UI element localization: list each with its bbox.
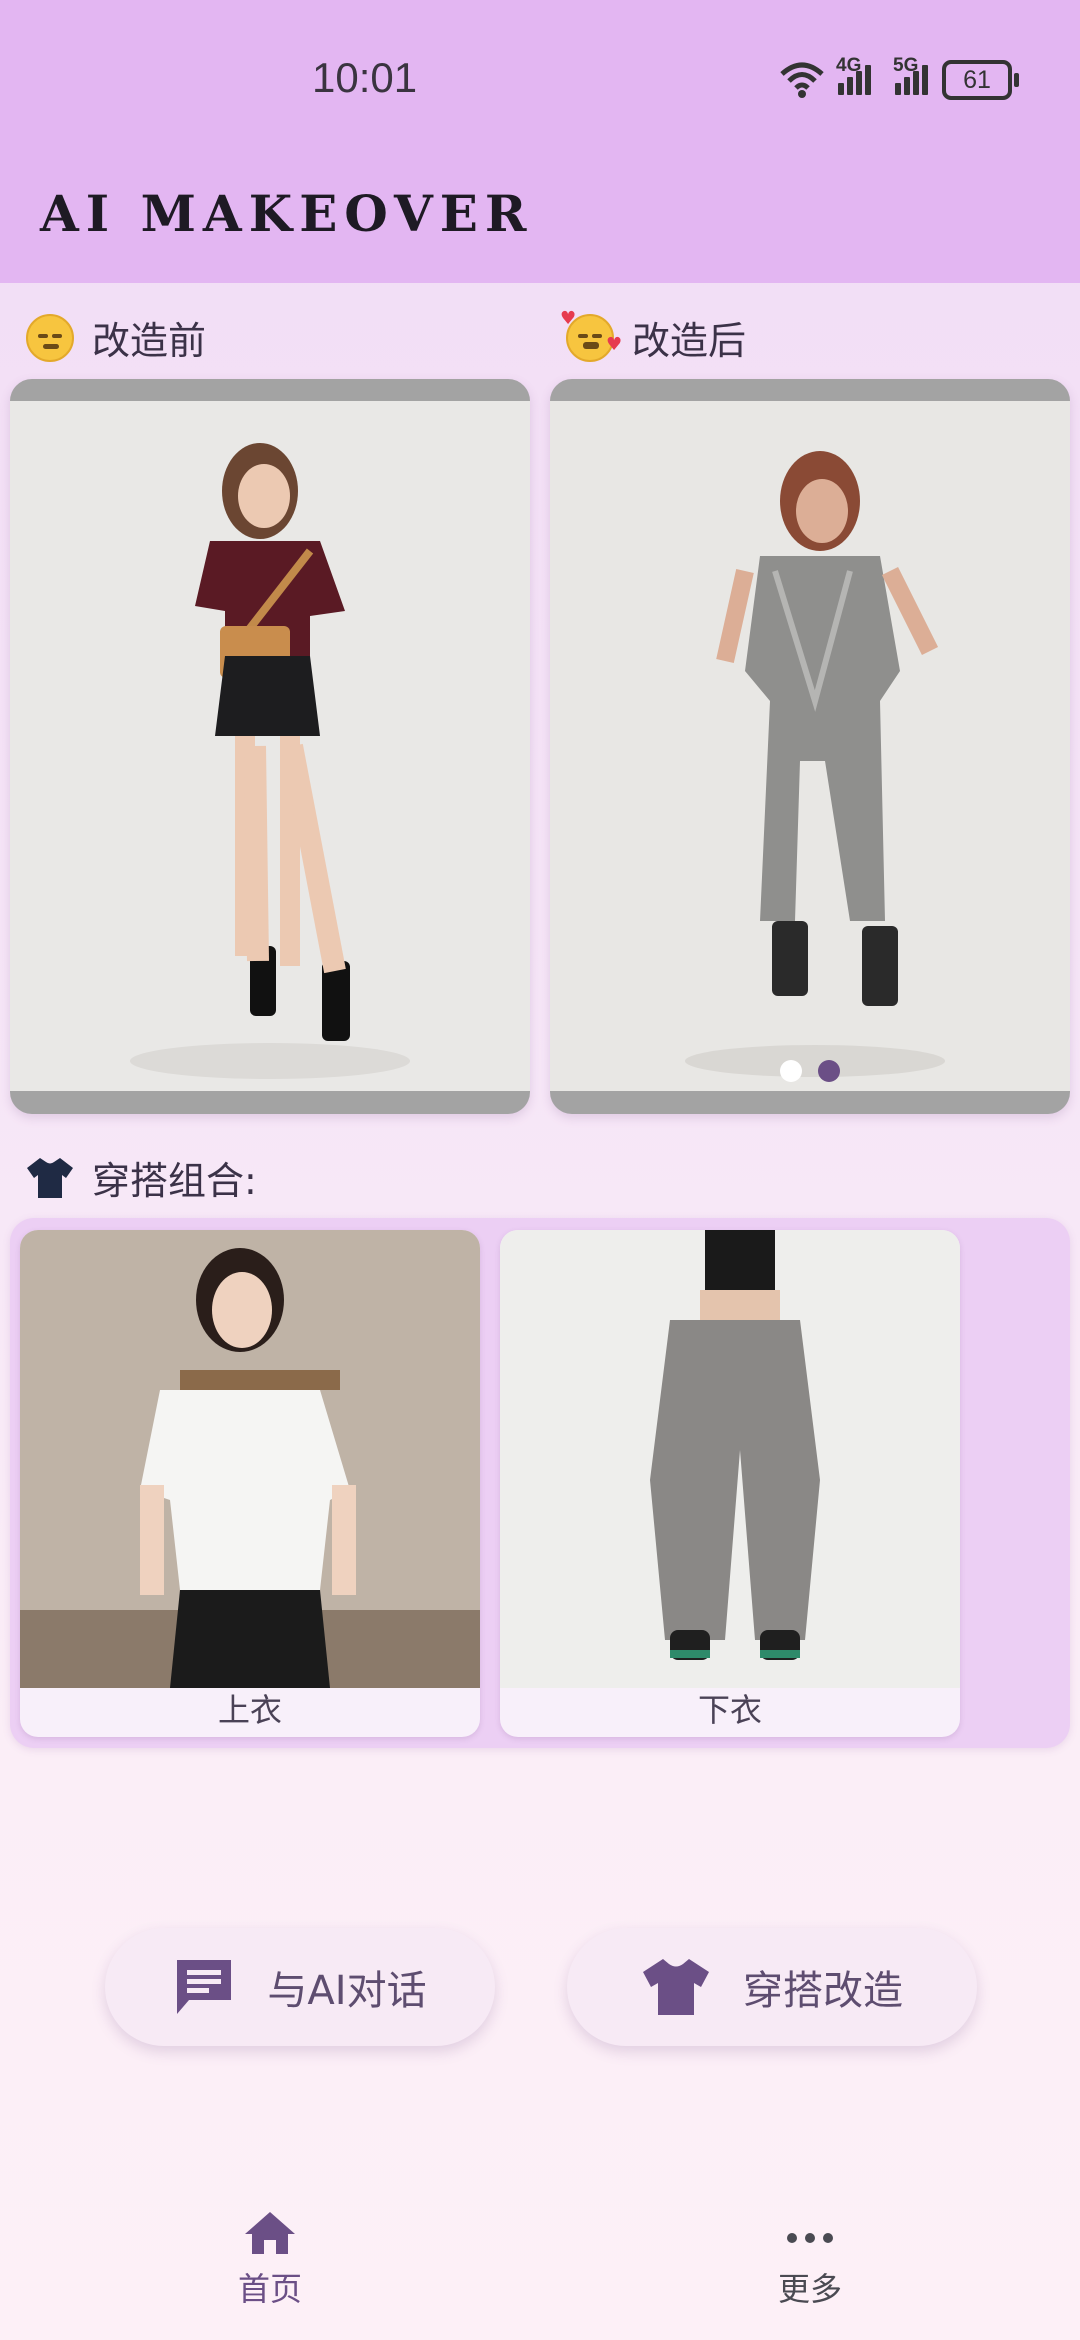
outfit-makeover-label: 穿搭改造 [743,1968,903,2014]
cellular-4g-icon: 4G [836,55,871,95]
chat-with-ai-button[interactable]: 与AI对话 [105,1928,495,2046]
chat-with-ai-label: 与AI对话 [267,1968,427,2014]
carousel-indicator[interactable] [550,1060,1070,1082]
after-photo-card[interactable] [550,379,1070,1114]
outfit-label: 穿搭组合: [26,1150,257,1205]
bottom-garment-photo [500,1230,960,1688]
wifi-icon [780,62,824,98]
nav-home-label: 首页 [237,2270,302,2308]
home-icon [245,2212,295,2254]
outfit-top-caption: 上衣 [217,1691,282,1729]
nav-more[interactable]: 更多 [710,2210,910,2310]
tshirt-icon [643,1959,709,2015]
carousel-dot-1[interactable] [780,1060,802,1082]
status-icons: 4G 5G 61 [780,55,1019,104]
chat-icon [177,1960,232,2014]
battery-icon: 61 [942,60,1019,100]
more-dots-icon [787,2233,833,2243]
nav-home[interactable]: 首页 [170,2210,370,2310]
app-title-logo: AI MAKEOVER [40,184,534,243]
after-photo [550,401,1070,1091]
status-time: 10:01 [312,54,418,101]
tshirt-icon [27,1157,73,1198]
top-garment-photo [20,1230,480,1688]
outfit-bottom-caption: 下衣 [697,1691,762,1729]
before-label: 改造前 [26,310,206,365]
smiling-hearts-icon: ♥ ♥ [560,309,622,362]
outfit-panel: 上衣 下衣 [10,1218,1070,1748]
outfit-item-top[interactable]: 上衣 [20,1230,480,1737]
outfit-makeover-button[interactable]: 穿搭改造 [567,1928,977,2046]
top-app-bar: 10:01 4G 5G 61 AI MAKEOVER [0,0,1080,283]
before-photo [10,401,530,1091]
before-photo-card[interactable] [10,379,530,1114]
cellular-5g-icon: 5G [893,55,928,95]
after-label: ♥ ♥ 改造后 [560,307,747,363]
carousel-dot-2-active[interactable] [818,1060,840,1082]
battery-level: 61 [963,65,991,94]
nav-more-label: 更多 [777,2270,842,2308]
outfit-item-bottom[interactable]: 下衣 [500,1230,960,1737]
tired-face-icon [26,313,74,362]
